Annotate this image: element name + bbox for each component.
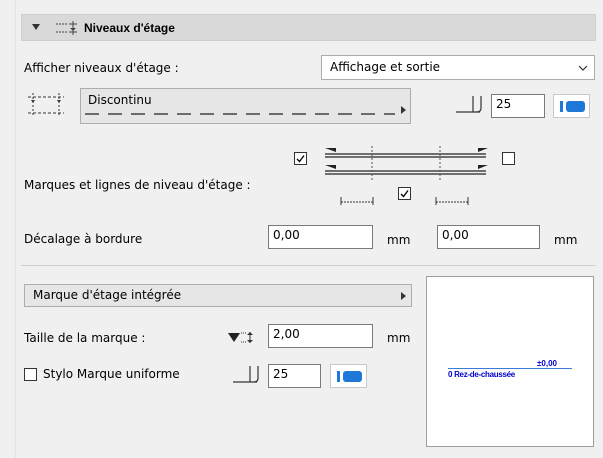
display-label: Afficher niveaux d'étage : — [24, 61, 179, 75]
offset-label: Décalage à bordure — [24, 232, 143, 246]
pen-icon — [456, 96, 482, 113]
left-extension-icon — [340, 197, 374, 205]
marker-size-unit: mm — [387, 331, 411, 345]
marker-size-icon — [228, 332, 253, 343]
marks-lines-label: Marques et lignes de niveau d'étage : — [24, 178, 251, 192]
offset-input-1[interactable]: 0,00 — [268, 225, 373, 249]
right-extension-icon — [435, 197, 469, 205]
pen-color-swatch — [566, 101, 585, 112]
marker-size-input[interactable]: 2,00 — [268, 324, 373, 348]
offset-unit-1: mm — [387, 233, 411, 247]
section-divider — [21, 265, 596, 266]
story-level-lines-diagram — [325, 146, 488, 182]
left-mark-checkbox[interactable] — [294, 152, 307, 165]
pen-value: 25 — [496, 97, 512, 111]
story-levels-icon — [56, 21, 77, 35]
offset-unit-2: mm — [554, 233, 578, 247]
pen-color-bar — [337, 371, 340, 382]
uniform-pen-checkbox[interactable] — [24, 368, 37, 381]
triangle-right-icon — [401, 292, 406, 300]
center-mark-checkbox[interactable] — [398, 187, 411, 200]
preview-level-line — [448, 368, 572, 369]
line-type-selector[interactable]: Discontinu — [80, 88, 411, 124]
marker-type-value: Marque d'étage intégrée — [33, 288, 182, 302]
marker-size-value: 2,00 — [273, 327, 300, 341]
offset-input-2[interactable]: 0,00 — [437, 225, 540, 249]
triangle-right-icon — [401, 106, 406, 114]
display-select[interactable]: Affichage et sortie — [321, 55, 595, 80]
pen-color-swatch — [343, 371, 362, 382]
offset-value-1: 0,00 — [273, 228, 300, 242]
line-type-icon — [28, 93, 64, 117]
chevron-down-icon — [578, 65, 588, 71]
triangle-down-icon[interactable] — [32, 23, 40, 31]
marker-preview: ±0,00 0 Rez-de-chaussée — [426, 276, 594, 447]
uniform-pen-label: Stylo Marque uniforme — [43, 367, 180, 381]
pen-color-bar — [560, 101, 563, 112]
pen-icon — [233, 366, 259, 383]
line-type-value: Discontinu — [88, 93, 152, 107]
preview-elevation: ±0,00 — [537, 359, 557, 368]
section-title: Niveaux d'étage — [84, 21, 175, 35]
preview-story-name: 0 Rez-de-chaussée — [448, 370, 515, 379]
pen-input[interactable]: 25 — [491, 94, 545, 118]
marker-size-label: Taille de la marque : — [24, 331, 146, 345]
offset-value-2: 0,00 — [442, 228, 469, 242]
right-mark-checkbox[interactable] — [502, 152, 515, 165]
marker-pen-color-button[interactable] — [330, 364, 367, 388]
section-header[interactable]: Niveaux d'étage — [21, 14, 596, 41]
dashed-line-preview — [85, 113, 395, 115]
marker-pen-value: 25 — [273, 367, 289, 381]
pen-color-button[interactable] — [553, 94, 590, 118]
marker-type-dropdown[interactable]: Marque d'étage intégrée — [24, 284, 412, 307]
display-value: Affichage et sortie — [330, 60, 441, 74]
marker-pen-input[interactable]: 25 — [268, 364, 321, 388]
